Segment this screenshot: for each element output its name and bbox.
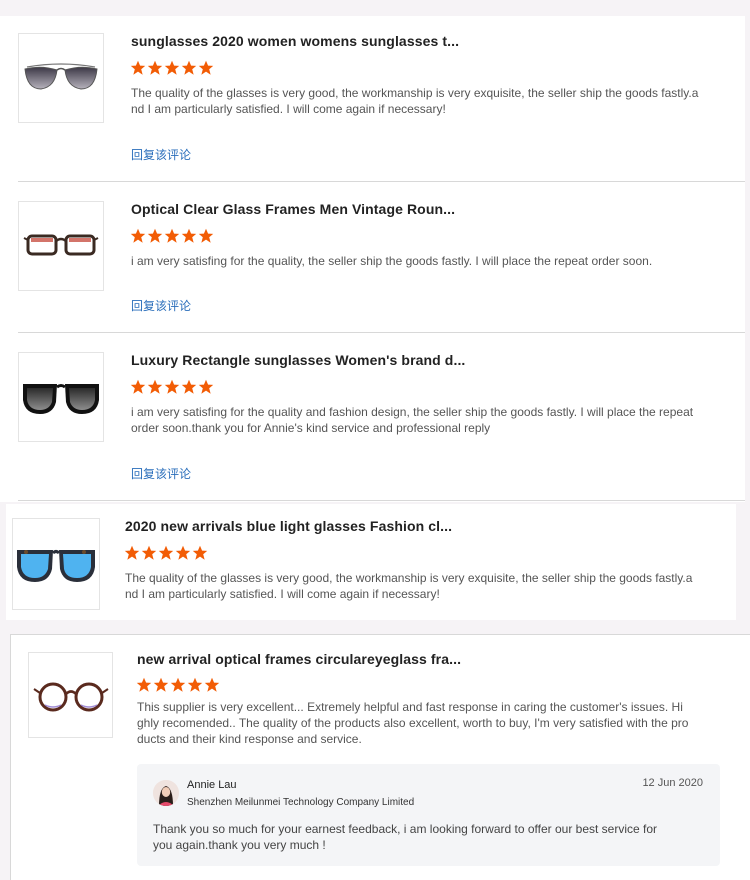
reply-link[interactable]: 回复该评论: [131, 297, 191, 314]
star-rating: [124, 545, 208, 563]
star-icon: [170, 677, 186, 692]
seller-company: Shenzhen Meilunmei Technology Company Li…: [187, 797, 415, 808]
star-icon: [198, 60, 214, 75]
star-icon: [204, 677, 220, 692]
star-rating: [130, 228, 214, 246]
star-icon: [181, 60, 197, 75]
star-icon: [147, 379, 163, 394]
reply-link[interactable]: 回复该评论: [131, 465, 191, 482]
star-icon: [175, 545, 191, 560]
star-icon: [164, 60, 180, 75]
star-rating: [136, 677, 220, 695]
star-icon: [153, 677, 169, 692]
person-avatar-icon: [153, 780, 179, 806]
star-icon: [147, 228, 163, 243]
product-thumbnail[interactable]: [18, 33, 104, 123]
star-icon: [198, 228, 214, 243]
reply-link[interactable]: 回复该评论: [131, 146, 191, 163]
star-icon: [141, 545, 157, 560]
product-title[interactable]: Luxury Rectangle sunglasses Women's bran…: [131, 352, 465, 368]
product-title[interactable]: new arrival optical frames circulareyegl…: [137, 651, 461, 667]
black-sunglasses-icon: [23, 384, 99, 414]
star-icon: [130, 379, 146, 394]
divider: [18, 500, 745, 501]
divider: [18, 332, 745, 333]
review-text: This supplier is very excellent... Extre…: [137, 700, 689, 746]
product-thumbnail[interactable]: [18, 201, 104, 291]
star-icon: [187, 677, 203, 692]
star-icon: [192, 545, 208, 560]
review-text: The quality of the glasses is very good,…: [131, 86, 699, 116]
star-icon: [130, 60, 146, 75]
star-icon: [124, 545, 140, 560]
review-text: i am very satisfing for the quality and …: [131, 405, 694, 435]
star-icon: [136, 677, 152, 692]
review-text: The quality of the glasses is very good,…: [125, 571, 693, 601]
seller-name: Annie Lau: [187, 779, 237, 791]
product-title[interactable]: sunglasses 2020 women womens sunglasses …: [131, 33, 459, 49]
star-icon: [198, 379, 214, 394]
star-icon: [181, 228, 197, 243]
star-rating: [130, 379, 214, 397]
product-thumbnail[interactable]: [12, 518, 100, 610]
star-icon: [181, 379, 197, 394]
star-icon: [164, 228, 180, 243]
star-icon: [147, 60, 163, 75]
product-title[interactable]: 2020 new arrivals blue light glasses Fas…: [125, 518, 452, 534]
aviator-sunglasses-icon: [24, 63, 98, 90]
reply-date: 12 Jun 2020: [642, 777, 703, 789]
tortoise-optical-frames-icon: [23, 234, 99, 256]
divider: [18, 181, 745, 182]
star-icon: [158, 545, 174, 560]
star-icon: [130, 228, 146, 243]
blue-lens-glasses-icon: [17, 550, 95, 582]
product-thumbnail[interactable]: [18, 352, 104, 442]
product-thumbnail[interactable]: [28, 652, 113, 738]
round-eyeglasses-icon: [32, 682, 109, 712]
avatar: [153, 780, 179, 806]
review-text: i am very satisfing for the quality, the…: [131, 254, 653, 268]
product-title[interactable]: Optical Clear Glass Frames Men Vintage R…: [131, 201, 455, 217]
seller-reply-text: Thank you so much for your earnest feedb…: [153, 822, 658, 852]
star-icon: [164, 379, 180, 394]
star-rating: [130, 60, 214, 78]
